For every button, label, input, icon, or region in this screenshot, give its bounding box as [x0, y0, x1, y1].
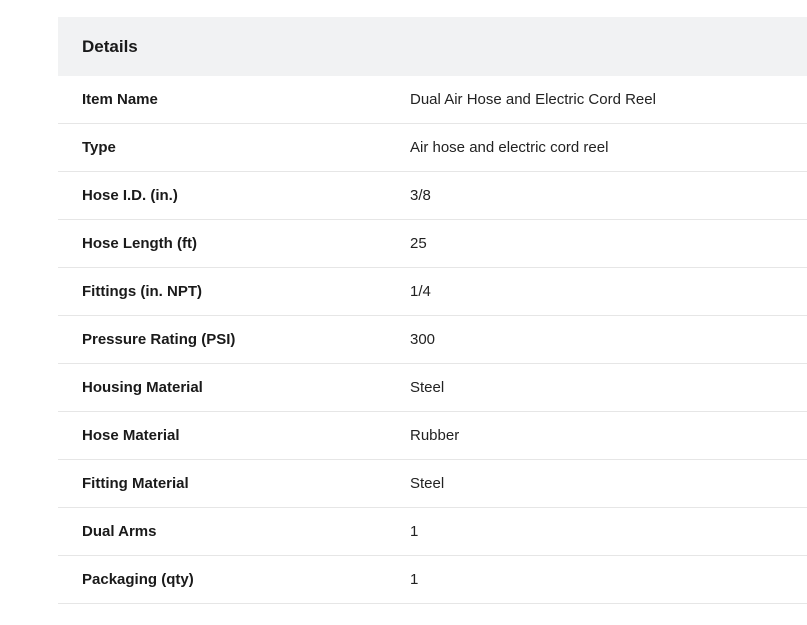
spec-row-type: Type Air hose and electric cord reel: [58, 124, 807, 172]
spec-value: 3/8: [410, 187, 431, 204]
spec-label: Pressure Rating (PSI): [82, 331, 236, 348]
spec-label: Fitting Material: [82, 475, 189, 492]
spec-table: Item Name Dual Air Hose and Electric Cor…: [58, 76, 807, 604]
spec-value: 1: [410, 571, 419, 588]
spec-value: 1: [410, 523, 419, 540]
details-title: Details: [82, 36, 138, 56]
spec-row-dual-arms: Dual Arms 1: [58, 508, 807, 556]
spec-label: Housing Material: [82, 379, 203, 396]
spec-label: Hose Material: [82, 427, 180, 444]
spec-value: 25: [410, 235, 427, 252]
spec-value: Dual Air Hose and Electric Cord Reel: [410, 91, 656, 108]
spec-row-housing-material: Housing Material Steel: [58, 364, 807, 412]
spec-label: Item Name: [82, 91, 158, 108]
details-panel: Details Item Name Dual Air Hose and Elec…: [58, 17, 807, 604]
spec-row-hose-material: Hose Material Rubber: [58, 412, 807, 460]
spec-label: Dual Arms: [82, 523, 157, 540]
spec-row-hose-id: Hose I.D. (in.) 3/8: [58, 172, 807, 220]
spec-row-item-name: Item Name Dual Air Hose and Electric Cor…: [58, 76, 807, 124]
details-header: Details: [58, 17, 807, 76]
spec-label: Hose I.D. (in.): [82, 187, 178, 204]
spec-row-fittings: Fittings (in. NPT) 1/4: [58, 268, 807, 316]
spec-row-pressure-rating: Pressure Rating (PSI) 300: [58, 316, 807, 364]
spec-row-packaging: Packaging (qty) 1: [58, 556, 807, 604]
spec-label: Type: [82, 139, 116, 156]
spec-value: 1/4: [410, 283, 431, 300]
spec-label: Hose Length (ft): [82, 235, 197, 252]
spec-value: Rubber: [410, 427, 460, 444]
spec-row-fitting-material: Fitting Material Steel: [58, 460, 807, 508]
spec-value: Air hose and electric cord reel: [410, 139, 609, 156]
spec-label: Fittings (in. NPT): [82, 283, 202, 300]
spec-value: 300: [410, 331, 436, 348]
spec-value: Steel: [410, 475, 445, 492]
spec-value: Steel: [410, 379, 445, 396]
spec-label: Packaging (qty): [82, 571, 194, 588]
spec-row-hose-length: Hose Length (ft) 25: [58, 220, 807, 268]
